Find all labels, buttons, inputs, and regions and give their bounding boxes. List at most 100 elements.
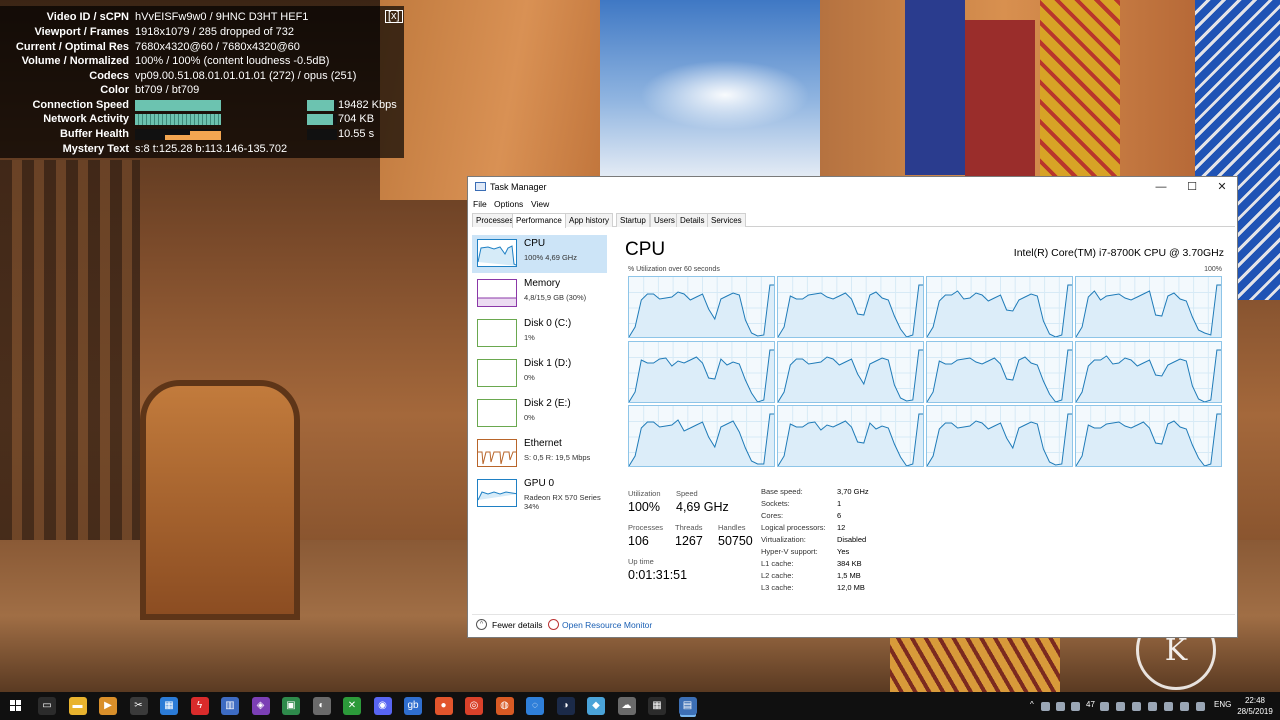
tab-startup[interactable]: Startup bbox=[616, 213, 650, 227]
sidebar-label: GPU 0 bbox=[524, 478, 555, 489]
network-activity-graph bbox=[135, 114, 221, 125]
discord-icon[interactable]: ◉ bbox=[373, 697, 392, 715]
threads-label: Threads bbox=[675, 523, 703, 532]
spec-value: 384 KB bbox=[837, 559, 862, 568]
sidebar-item-gpu-0[interactable]: GPU 0 Radeon RX 570 Series 34% bbox=[472, 475, 607, 513]
spec-value: Disabled bbox=[837, 535, 867, 544]
language-indicator[interactable]: ENG bbox=[1214, 700, 1231, 709]
spec-value: 1 bbox=[837, 499, 842, 508]
maximize-button[interactable]: ☐ bbox=[1177, 179, 1207, 195]
hwinfo-icon[interactable]: ◈ bbox=[251, 697, 270, 715]
sidebar-label: Disk 2 (E:) bbox=[524, 398, 571, 409]
tray-chevron-icon[interactable]: ^ bbox=[1030, 700, 1034, 709]
network-icon[interactable] bbox=[1041, 702, 1050, 711]
logical-processor-graph bbox=[926, 405, 1073, 467]
logical-processor-graph bbox=[926, 340, 1073, 403]
menu-view[interactable]: View bbox=[531, 199, 549, 209]
stats-label: Codecs bbox=[89, 70, 129, 82]
close-button[interactable]: ✕ bbox=[1207, 179, 1237, 195]
app-tray-icon[interactable] bbox=[1132, 702, 1141, 711]
cloud-app-icon[interactable]: ☁ bbox=[617, 697, 636, 715]
windows-taskbar: ▭ ▬ ▶ ✂ ▦ ϟ ▥ ◈ ▣ ◐ ✕ ◉ gb ● ◎ ◍ ◌ ◑ ◆ ☁ ▦ ▤ ^ 47 ENG 22:48 2… bbox=[0, 692, 1280, 720]
logical-processor-graph bbox=[628, 340, 775, 403]
paint-icon[interactable]: ◆ bbox=[587, 697, 605, 715]
task-view-icon[interactable]: ▭ bbox=[38, 697, 56, 715]
app-tray-icon[interactable] bbox=[1071, 702, 1080, 711]
gb-app-icon[interactable]: gb bbox=[404, 697, 422, 715]
chrome-icon[interactable]: ◎ bbox=[465, 697, 483, 715]
stats-value: vp09.00.51.08.01.01.01.01 (272) / opus (… bbox=[135, 70, 357, 82]
app-tray-icon[interactable] bbox=[1196, 702, 1205, 711]
threads-value: 1267 bbox=[675, 534, 703, 548]
menu-bar: File Options View bbox=[468, 198, 1237, 212]
fewer-details-link[interactable]: Fewer details bbox=[492, 620, 543, 630]
tab-app-history[interactable]: App history bbox=[565, 213, 614, 227]
chevron-up-icon[interactable]: ^ bbox=[476, 619, 487, 630]
logical-processor-graph bbox=[777, 340, 924, 403]
logical-processor-graph bbox=[777, 276, 924, 338]
minimize-button[interactable]: — bbox=[1146, 179, 1176, 195]
processes-value: 106 bbox=[628, 534, 649, 548]
tab-details[interactable]: Details bbox=[676, 213, 709, 227]
stats-label: Viewport / Frames bbox=[34, 26, 129, 38]
app-tray-icon[interactable] bbox=[1100, 702, 1109, 711]
adobe-app-icon[interactable]: ϟ bbox=[190, 697, 209, 715]
app-tray-icon[interactable] bbox=[1180, 702, 1189, 711]
sidebar-item-disk-2[interactable]: Disk 2 (E:) 0% bbox=[472, 395, 607, 433]
task-manager-taskbar-icon[interactable]: ▤ bbox=[678, 697, 697, 715]
resource-monitor-icon bbox=[548, 619, 559, 630]
spec-value: 6 bbox=[837, 511, 842, 520]
windows-store-icon[interactable]: ▦ bbox=[160, 697, 178, 715]
cloud bbox=[640, 60, 810, 130]
uplay-icon[interactable]: ◌ bbox=[526, 697, 544, 715]
image-viewer-icon[interactable]: ▣ bbox=[282, 697, 300, 715]
sidebar-sublabel: S: 0,5 R: 19,5 Mbps bbox=[524, 453, 591, 462]
processes-label: Processes bbox=[628, 523, 664, 532]
origin-icon[interactable]: ● bbox=[434, 697, 453, 715]
sidebar-sublabel: 1% bbox=[524, 333, 535, 342]
tab-users[interactable]: Users bbox=[650, 213, 679, 227]
xbox-icon[interactable]: ✕ bbox=[343, 697, 361, 715]
buffer-health-graph bbox=[135, 129, 221, 140]
sidebar-item-ethernet[interactable]: Ethernet S: 0,5 R: 19,5 Mbps bbox=[472, 435, 607, 473]
app-tray-icon[interactable] bbox=[1148, 702, 1157, 711]
calculator-app-icon[interactable]: ▥ bbox=[221, 697, 239, 715]
sidebar-item-cpu[interactable]: CPU 100% 4,69 GHz bbox=[472, 235, 607, 273]
tab-services[interactable]: Services bbox=[707, 213, 746, 227]
menu-options[interactable]: Options bbox=[494, 199, 523, 209]
disk-0-thumbnail-graph bbox=[477, 319, 517, 347]
sidebar-item-disk-0[interactable]: Disk 0 (C:) 1% bbox=[472, 315, 607, 353]
spec-label: Virtualization: bbox=[761, 535, 806, 544]
sidebar-label: Disk 0 (C:) bbox=[524, 318, 572, 329]
app-tray-icon[interactable] bbox=[1116, 702, 1125, 711]
cpu-thumbnail-graph bbox=[477, 239, 517, 267]
start-button[interactable] bbox=[10, 700, 22, 712]
tab-processes[interactable]: Processes bbox=[472, 213, 518, 227]
browser-icon[interactable]: ◍ bbox=[495, 697, 514, 715]
logical-processor-graph bbox=[1075, 405, 1222, 467]
speed-label: Speed bbox=[676, 489, 698, 498]
sidebar-item-memory[interactable]: Memory 4,8/15,9 GB (30%) bbox=[472, 275, 607, 313]
utilization-label: Utilization bbox=[628, 489, 661, 498]
open-resource-monitor-link[interactable]: Open Resource Monitor bbox=[562, 620, 652, 630]
title-bar[interactable]: Task Manager — ☐ ✕ bbox=[468, 177, 1237, 197]
logical-processor-graph bbox=[628, 405, 775, 467]
system-clock[interactable]: 22:48 28/5/2019 bbox=[1236, 695, 1274, 717]
media-player-icon[interactable]: ▶ bbox=[99, 697, 117, 715]
spec-label: Hyper-V support: bbox=[761, 547, 818, 556]
clock-date: 28/5/2019 bbox=[1237, 707, 1273, 716]
menu-file[interactable]: File bbox=[473, 199, 487, 209]
tab-performance[interactable]: Performance bbox=[512, 213, 566, 228]
video-editor-icon[interactable]: ✂ bbox=[129, 697, 148, 715]
game-launcher-icon[interactable]: ◐ bbox=[312, 697, 331, 715]
sidebar-item-disk-1[interactable]: Disk 1 (D:) 0% bbox=[472, 355, 607, 393]
uptime-label: Up time bbox=[628, 557, 654, 566]
spec-label: L1 cache: bbox=[761, 559, 794, 568]
app-tray-icon[interactable] bbox=[1164, 702, 1173, 711]
stats-row-volume: Volume / Normalized 100% / 100% (content… bbox=[0, 54, 404, 68]
steam-icon[interactable]: ◑ bbox=[556, 697, 575, 715]
volume-icon[interactable] bbox=[1056, 702, 1065, 711]
calculator-icon[interactable]: ▦ bbox=[648, 697, 666, 715]
stats-row-connection-speed: Connection Speed 19482 Kbps bbox=[0, 98, 404, 112]
file-explorer-icon[interactable]: ▬ bbox=[68, 697, 87, 715]
